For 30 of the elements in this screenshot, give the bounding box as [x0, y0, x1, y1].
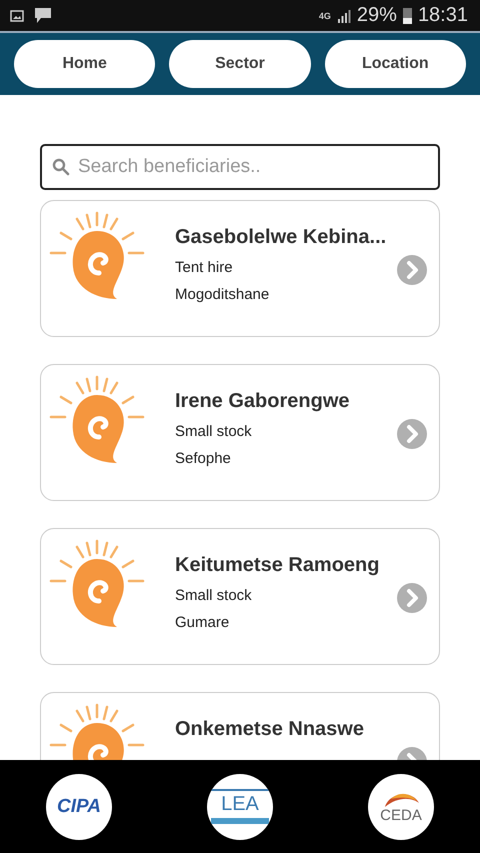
partner-logo[interactable]: CIPA: [46, 774, 112, 840]
nav-button[interactable]: Sector: [169, 40, 311, 88]
battery-icon: [402, 7, 412, 24]
chevron-right-icon[interactable]: [397, 419, 427, 449]
location-label: Mogoditshane: [175, 286, 270, 303]
beneficiary-card[interactable]: Irene Gaborengwe Small stock Sefophe: [40, 364, 440, 501]
network-label: 4G: [318, 10, 331, 20]
beneficiary-card[interactable]: Gasebolelwe Kebina... Tent hire Mogoditshane: [40, 200, 440, 337]
sector-label: Small stock: [175, 587, 253, 604]
message-icon: [34, 7, 52, 24]
beneficiary-card[interactable]: Keitumetse Ramoeng Small stock Gumare: [40, 528, 440, 665]
sector-label: Tent hire: [175, 259, 234, 276]
chevron-right-icon[interactable]: [397, 583, 427, 613]
nav-button[interactable]: Home: [14, 40, 156, 88]
clock: 18:31: [418, 4, 468, 27]
beneficiary-name: Keitumetse Ramoeng: [175, 554, 380, 577]
gallery-icon: [10, 10, 24, 22]
search-field[interactable]: Search beneficiaries..: [40, 144, 440, 190]
beneficiary-name: Irene Gaborengwe: [175, 390, 350, 413]
location-label: Sefophe: [175, 450, 232, 467]
chevron-right-icon[interactable]: [397, 255, 427, 285]
beneficiary-name: Gasebolelwe Kebina...: [175, 226, 388, 249]
battery-percent: 29%: [356, 4, 397, 27]
partner-logo[interactable]: CEDA: [368, 774, 434, 840]
beneficiary-name: Onkemetse Nnaswe: [175, 718, 365, 741]
partner-logo[interactable]: LEA: [207, 774, 273, 840]
signal-icon: [336, 8, 351, 22]
sector-label: Small stock: [175, 423, 253, 440]
nav-button[interactable]: Location: [324, 40, 466, 88]
location-label: Gumare: [175, 614, 230, 631]
